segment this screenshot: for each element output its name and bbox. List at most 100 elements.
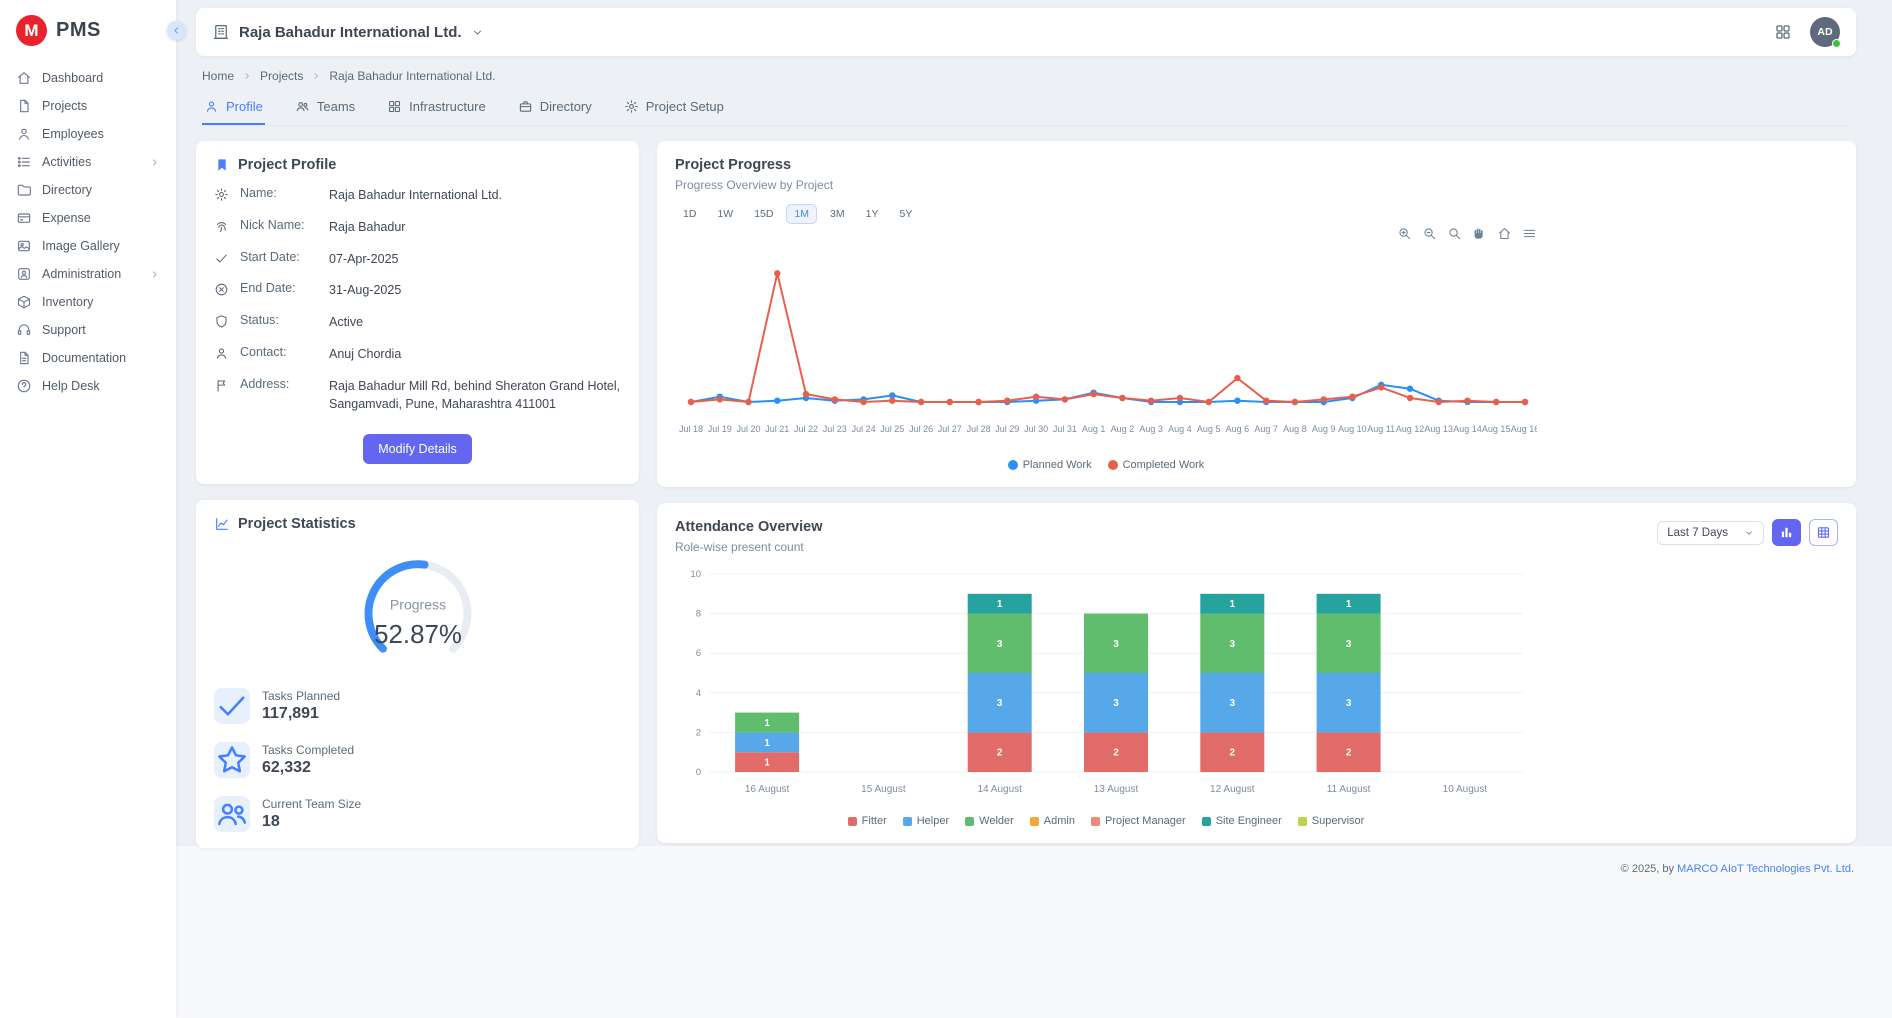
legend-marker bbox=[965, 817, 974, 826]
svg-text:Jul 28: Jul 28 bbox=[967, 424, 991, 434]
range-button-1w[interactable]: 1W bbox=[709, 204, 741, 224]
app-logo[interactable]: M PMS bbox=[0, 0, 176, 58]
svg-text:Aug 5: Aug 5 bbox=[1197, 424, 1221, 434]
tab-teams[interactable]: Teams bbox=[293, 92, 357, 125]
svg-text:Aug 2: Aug 2 bbox=[1111, 424, 1135, 434]
profile-field-nick-name: Nick Name:Raja Bahadur bbox=[214, 218, 621, 237]
range-button-1d[interactable]: 1D bbox=[675, 204, 704, 224]
legend-item-project-manager[interactable]: Project Manager bbox=[1091, 815, 1186, 827]
sidebar-item-support[interactable]: Support bbox=[8, 316, 168, 344]
field-value: Raja Bahadur International Ltd. bbox=[329, 186, 621, 205]
sidebar-nav: Dashboard ProjectsEmployeesActivitiesDire… bbox=[0, 58, 176, 406]
company-selector[interactable]: Raja Bahadur International Ltd. bbox=[212, 23, 484, 41]
project-statistics-title: Project Statistics bbox=[238, 516, 356, 532]
project-profile-title: Project Profile bbox=[238, 157, 336, 173]
content: Project Profile Name: Raja Bahadur Intern… bbox=[196, 141, 1856, 885]
sidebar-item-activities[interactable]: Activities bbox=[8, 148, 168, 176]
breadcrumb-item-projects[interactable]: Projects bbox=[260, 69, 303, 83]
svg-text:10: 10 bbox=[690, 569, 701, 580]
chevron-down-icon bbox=[1744, 528, 1754, 538]
avatar[interactable]: AD bbox=[1810, 17, 1840, 47]
legend-item-helper[interactable]: Helper bbox=[903, 815, 949, 827]
legend-label: Helper bbox=[917, 815, 949, 827]
footer-link[interactable]: MARCO AIoT Technologies Pvt. Ltd. bbox=[1677, 863, 1854, 875]
sidebar-item-inventory[interactable]: Inventory bbox=[8, 288, 168, 316]
range-button-1m[interactable]: 1M bbox=[786, 204, 817, 224]
legend-item-site-engineer[interactable]: Site Engineer bbox=[1202, 815, 1282, 827]
dashboard-icon bbox=[16, 70, 32, 86]
legend-item-planned-work[interactable]: Planned Work bbox=[1008, 459, 1092, 471]
range-button-15d[interactable]: 15D bbox=[746, 204, 781, 224]
menu-icon[interactable] bbox=[1522, 226, 1537, 241]
tab-project-setup[interactable]: Project Setup bbox=[622, 92, 726, 125]
company-name: Raja Bahadur International Ltd. bbox=[239, 24, 462, 41]
svg-text:0: 0 bbox=[696, 767, 701, 778]
breadcrumb-item-home[interactable]: Home bbox=[202, 69, 234, 83]
svg-text:Jul 25: Jul 25 bbox=[880, 424, 904, 434]
bar-chart-view-button[interactable] bbox=[1772, 519, 1801, 546]
support-icon bbox=[16, 322, 32, 338]
zoom-in-icon[interactable] bbox=[1397, 226, 1412, 241]
attendance-bar-chart[interactable]: 024681011116 August15 August233114 Augus… bbox=[675, 564, 1537, 804]
stat-tasks-planned: Tasks Planned117,891 bbox=[214, 688, 621, 724]
legend-item-welder[interactable]: Welder bbox=[965, 815, 1014, 827]
sidebar-item-image-gallery[interactable]: Image Gallery bbox=[8, 232, 168, 260]
svg-text:Aug 10: Aug 10 bbox=[1338, 424, 1367, 434]
svg-text:2: 2 bbox=[1230, 748, 1236, 759]
attendance-controls: Last 7 Days bbox=[1657, 519, 1838, 546]
table-view-button[interactable] bbox=[1809, 519, 1838, 546]
progress-gauge: Progress52.87% bbox=[214, 544, 621, 670]
sidebar-item-employees[interactable]: Employees bbox=[8, 120, 168, 148]
apps-grid-icon[interactable] bbox=[1774, 23, 1792, 41]
tab-directory[interactable]: Directory bbox=[516, 92, 594, 125]
administration-icon bbox=[16, 266, 32, 282]
legend-item-completed-work[interactable]: Completed Work bbox=[1108, 459, 1205, 471]
project-progress-subtitle: Progress Overview by Project bbox=[675, 178, 1838, 192]
svg-text:Jul 21: Jul 21 bbox=[765, 424, 789, 434]
tab-profile[interactable]: Profile bbox=[202, 92, 265, 125]
team-icon bbox=[214, 796, 250, 832]
profile-field-status: Status:Active bbox=[214, 313, 621, 332]
modify-details-button[interactable]: Modify Details bbox=[363, 434, 472, 464]
zoom-out-icon[interactable] bbox=[1422, 226, 1437, 241]
legend-item-admin[interactable]: Admin bbox=[1030, 815, 1075, 827]
pan-icon[interactable] bbox=[1472, 226, 1487, 241]
tab-bar: Profile Teams Infrastructure Directory Proje… bbox=[202, 92, 1850, 126]
legend-item-supervisor[interactable]: Supervisor bbox=[1298, 815, 1365, 827]
svg-text:Aug 8: Aug 8 bbox=[1283, 424, 1307, 434]
main-area: Raja Bahadur International Ltd. AD Home P… bbox=[176, 0, 1892, 1018]
svg-text:Jul 24: Jul 24 bbox=[852, 424, 876, 434]
sidebar-item-label: Image Gallery bbox=[42, 239, 160, 253]
field-label: Start Date: bbox=[240, 250, 318, 264]
tab-infrastructure[interactable]: Infrastructure bbox=[385, 92, 488, 125]
svg-text:1: 1 bbox=[997, 599, 1003, 610]
sidebar-collapse-button[interactable] bbox=[167, 21, 186, 40]
sidebar-item-projects[interactable]: Projects bbox=[8, 92, 168, 120]
field-label: Nick Name: bbox=[240, 218, 318, 232]
range-button-5y[interactable]: 5Y bbox=[891, 204, 920, 224]
field-value: Active bbox=[329, 313, 621, 332]
sidebar-item-directory[interactable]: Directory bbox=[8, 176, 168, 204]
progress-line-chart[interactable]: Jul 18Jul 19Jul 20Jul 21Jul 22Jul 23Jul … bbox=[675, 242, 1537, 448]
sidebar-item-help-desk[interactable]: Help Desk bbox=[8, 372, 168, 400]
stat-value: 62,332 bbox=[262, 759, 354, 777]
sidebar-item-label: Dashboard bbox=[42, 71, 160, 85]
legend-item-fitter[interactable]: Fitter bbox=[848, 815, 887, 827]
range-button-1y[interactable]: 1Y bbox=[858, 204, 887, 224]
date-range-select[interactable]: Last 7 Days bbox=[1657, 521, 1764, 545]
profile-field-contact: Contact:Anuj Chordia bbox=[214, 345, 621, 364]
sidebar-item-expense[interactable]: Expense bbox=[8, 204, 168, 232]
svg-text:Aug 15: Aug 15 bbox=[1482, 424, 1511, 434]
stat-label: Current Team Size bbox=[262, 797, 361, 811]
project-statistics-card: Project Statistics Progress52.87% Tasks … bbox=[196, 500, 639, 848]
svg-text:8: 8 bbox=[696, 609, 701, 620]
field-label: Name: bbox=[240, 186, 318, 200]
sidebar-item-administration[interactable]: Administration bbox=[8, 260, 168, 288]
home-icon[interactable] bbox=[1497, 226, 1512, 241]
sidebar-item-documentation[interactable]: Documentation bbox=[8, 344, 168, 372]
users-icon bbox=[295, 99, 310, 114]
sidebar-item-dashboard[interactable]: Dashboard bbox=[8, 64, 168, 92]
svg-text:13 August: 13 August bbox=[1094, 784, 1139, 795]
range-button-3m[interactable]: 3M bbox=[822, 204, 853, 224]
selection-zoom-icon[interactable] bbox=[1447, 226, 1462, 241]
